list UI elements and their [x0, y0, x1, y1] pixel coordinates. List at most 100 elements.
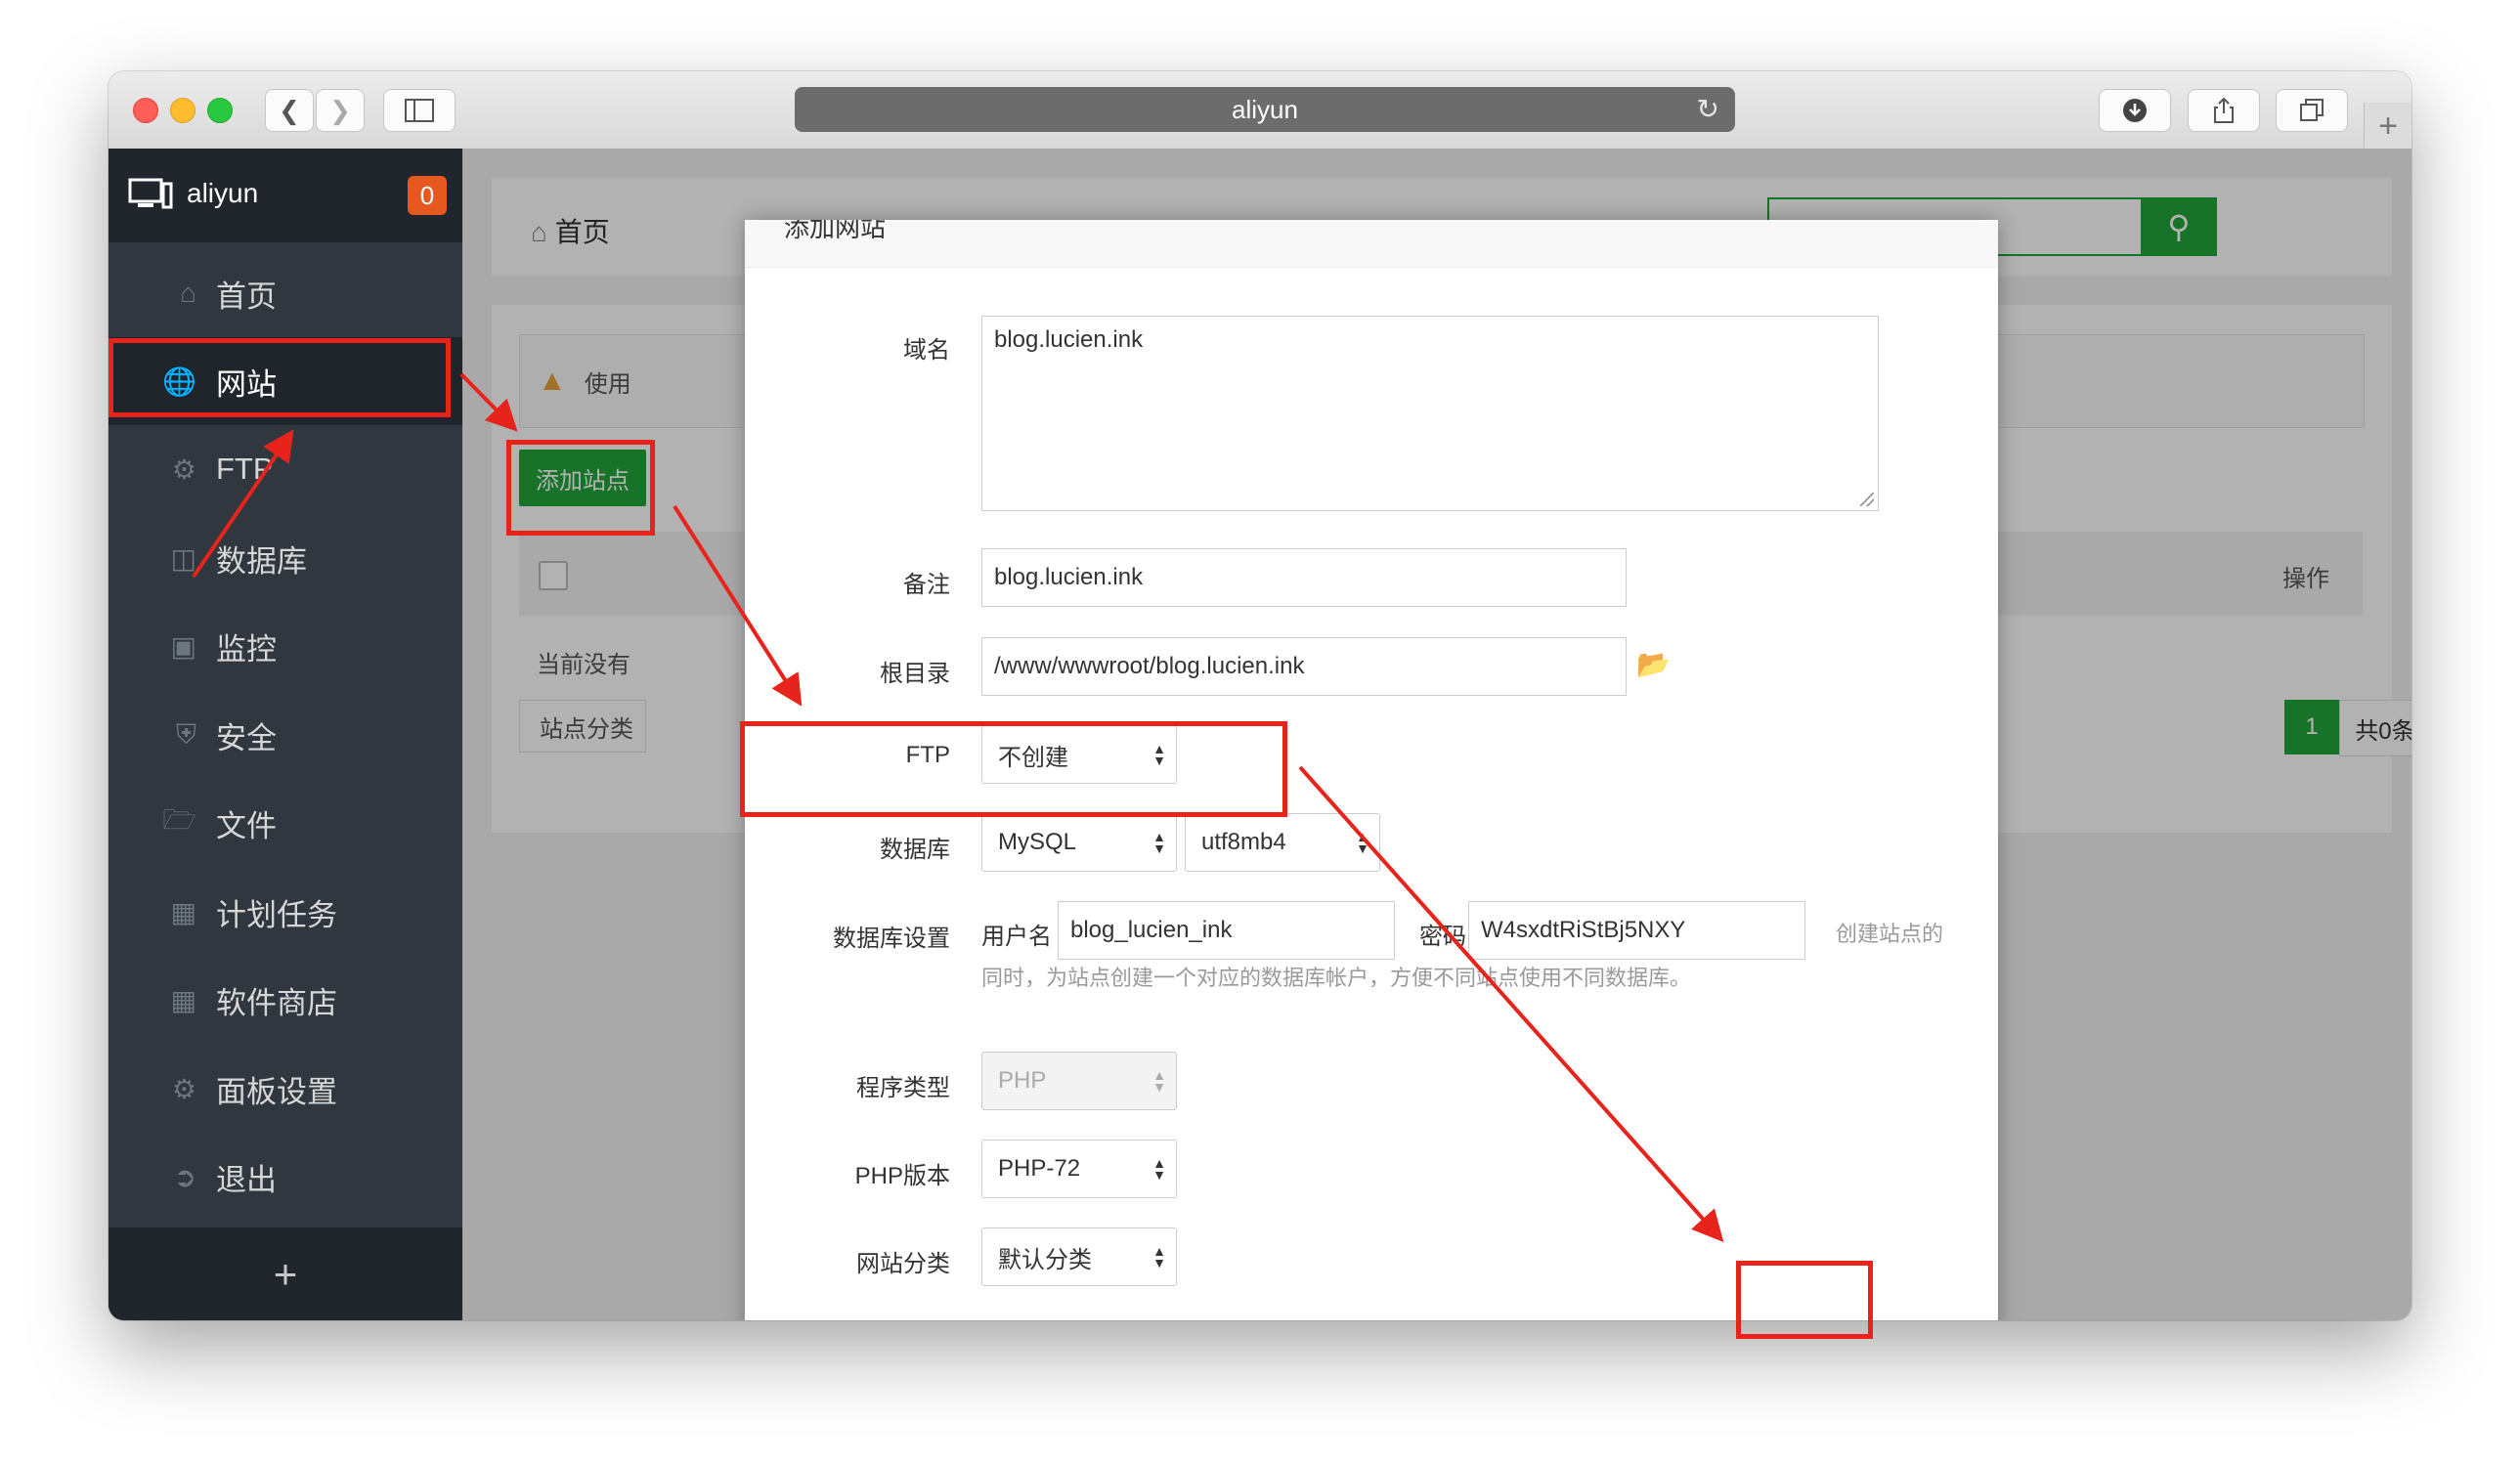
database-type-value: MySQL — [998, 829, 1077, 855]
database-settings-label: 数据库设置 — [833, 926, 950, 952]
db-hint-line1: 创建站点的 — [1836, 922, 1944, 946]
add-button[interactable]: + — [109, 1227, 462, 1320]
ftp-icon: ⚙ — [171, 453, 196, 485]
site-category-label: 网站分类 — [856, 1251, 950, 1277]
database-icon: ◫ — [170, 542, 196, 574]
ftp-select-value: 不创建 — [998, 744, 1068, 771]
remark-label: 备注 — [903, 572, 950, 598]
sidebar-item-home[interactable]: ⌂ 首页 — [109, 249, 462, 337]
remark-input[interactable]: blog.lucien.ink — [981, 548, 1627, 607]
select-arrows-icon: ▲ ▼ — [1152, 829, 1166, 856]
sidebar-brand: aliyun 0 — [109, 149, 462, 242]
root-dir-label: 根目录 — [880, 661, 950, 687]
reload-icon[interactable]: ↻ — [1697, 93, 1719, 125]
sidebar-item-ftp[interactable]: ⚙ FTP — [109, 425, 462, 513]
sidebar-item-database[interactable]: ◫ 数据库 — [109, 514, 462, 602]
database-charset-value: utf8mb4 — [1201, 829, 1286, 855]
select-arrows-icon: ▲ ▼ — [1152, 741, 1166, 768]
database-type-select[interactable]: MySQL ▲ ▼ — [981, 813, 1177, 872]
dialog-title: 添加网站 — [745, 220, 1998, 268]
db-password-label: 密码 — [1419, 924, 1466, 950]
database-charset-select[interactable]: utf8mb4 ▲ ▼ — [1185, 813, 1380, 872]
sidebar-item-label: 退出 — [216, 1162, 277, 1197]
calendar-icon: ▦ — [170, 896, 196, 927]
domain-textarea[interactable]: blog.lucien.ink — [981, 316, 1879, 511]
folder-icon: 🗁 — [162, 804, 196, 835]
sidebar-item-label: 监控 — [216, 631, 277, 667]
select-arrows-icon: ▲ ▼ — [1152, 1067, 1166, 1095]
sidebar-item-label: FTP — [216, 452, 274, 486]
notification-badge[interactable]: 0 — [408, 176, 447, 215]
root-dir-value: /www/wwwroot/blog.lucien.ink — [994, 653, 1305, 679]
back-icon[interactable]: ❮ — [265, 89, 314, 132]
server-icon — [128, 178, 173, 218]
sidebar-item-label: 首页 — [216, 279, 277, 314]
sidebar-item-label: 数据库 — [216, 543, 307, 579]
add-site-dialog: 添加网站 域名 blog.lucien.ink 备注 blog.lucien.i… — [745, 220, 1998, 1320]
brand-name: aliyun — [187, 178, 259, 208]
sidebar-item-label: 面板设置 — [216, 1074, 337, 1109]
sidebar: aliyun 0 ⌂ 首页 🌐 网站 ⚙ FTP ◫ 数据库 ▣ 监控 ⛨ 安全… — [109, 149, 462, 1320]
program-type-label: 程序类型 — [856, 1075, 950, 1101]
sidebar-item-security[interactable]: ⛨ 安全 — [109, 691, 462, 779]
home-icon: ⌂ — [180, 278, 196, 308]
address-bar[interactable]: aliyun ↻ — [795, 87, 1735, 132]
download-icon[interactable] — [2099, 89, 2171, 132]
db-hint-line2: 同时，为站点创建一个对应的数据库帐户，方便不同站点使用不同数据库。 — [981, 966, 1692, 990]
sidebar-item-settings[interactable]: ⚙ 面板设置 — [109, 1045, 462, 1133]
php-version-select[interactable]: PHP-72 ▲ ▼ — [981, 1140, 1177, 1198]
forward-icon[interactable]: ❯ — [316, 89, 365, 132]
address-text: aliyun — [1232, 94, 1298, 124]
share-icon[interactable] — [2188, 89, 2260, 132]
domain-label: 域名 — [903, 337, 950, 364]
sidebar-item-cron[interactable]: ▦ 计划任务 — [109, 868, 462, 956]
close-window-button[interactable] — [133, 98, 158, 123]
site-category-select[interactable]: 默认分类 ▲ ▼ — [981, 1227, 1177, 1286]
logout-icon: ➲ — [173, 1161, 196, 1192]
db-password-input[interactable]: W4sxdtRiStBj5NXY — [1468, 901, 1805, 960]
browser-window: ❮ ❯ aliyun ↻ + aliyun 0 ⌂ 首页 🌐 网站 ⚙ FTP … — [109, 71, 2411, 1320]
sidebar-item-label: 软件商店 — [216, 985, 337, 1020]
sidebar-item-label: 网站 — [216, 366, 277, 402]
ftp-select[interactable]: 不创建 ▲ ▼ — [981, 725, 1177, 784]
root-dir-input[interactable]: /www/wwwroot/blog.lucien.ink — [981, 637, 1627, 696]
minimize-window-button[interactable] — [170, 98, 196, 123]
db-username-value: blog_lucien_ink — [1070, 917, 1233, 943]
database-label: 数据库 — [880, 837, 950, 863]
title-bar: ❮ ❯ aliyun ↻ + — [109, 71, 2411, 150]
ftp-label: FTP — [905, 742, 950, 768]
globe-icon: 🌐 — [162, 366, 196, 397]
db-username-label: 用户名 — [981, 924, 1052, 950]
shield-icon: ⛨ — [175, 718, 196, 750]
program-type-value: PHP — [998, 1067, 1047, 1094]
sidebar-item-label: 安全 — [216, 720, 277, 755]
sidebar-item-label: 计划任务 — [216, 897, 337, 932]
sidebar-toggle-icon[interactable] — [383, 89, 456, 132]
tabs-overview-icon[interactable] — [2276, 89, 2348, 132]
monitor-icon: ▣ — [170, 630, 196, 662]
site-category-value: 默认分类 — [998, 1246, 1092, 1273]
db-password-value: W4sxdtRiStBj5NXY — [1481, 917, 1686, 943]
select-arrows-icon: ▲ ▼ — [1152, 1243, 1166, 1270]
php-version-label: PHP版本 — [854, 1163, 950, 1189]
sidebar-item-website[interactable]: 🌐 网站 — [109, 337, 462, 425]
sidebar-item-label: 文件 — [216, 808, 277, 843]
db-username-input[interactable]: blog_lucien_ink — [1058, 901, 1395, 960]
select-arrows-icon: ▲ ▼ — [1356, 829, 1369, 856]
sidebar-item-files[interactable]: 🗁 文件 — [109, 779, 462, 867]
folder-open-icon[interactable]: 📂 — [1636, 648, 1671, 680]
select-arrows-icon: ▲ ▼ — [1152, 1155, 1166, 1183]
zoom-window-button[interactable] — [207, 98, 233, 123]
dialog-title-text: 添加网站 — [784, 220, 887, 242]
gear-icon: ⚙ — [171, 1073, 196, 1104]
apps-icon: ▦ — [170, 984, 196, 1015]
sidebar-item-monitor[interactable]: ▣ 监控 — [109, 602, 462, 690]
new-tab-button[interactable]: + — [2364, 103, 2411, 150]
program-type-select: PHP ▲ ▼ — [981, 1052, 1177, 1110]
resize-handle[interactable] — [1860, 493, 1874, 506]
remark-value: blog.lucien.ink — [994, 564, 1144, 590]
domain-value: blog.lucien.ink — [994, 326, 1144, 353]
sidebar-item-store[interactable]: ▦ 软件商店 — [109, 956, 462, 1044]
php-version-value: PHP-72 — [998, 1155, 1081, 1182]
sidebar-item-logout[interactable]: ➲ 退出 — [109, 1133, 462, 1221]
